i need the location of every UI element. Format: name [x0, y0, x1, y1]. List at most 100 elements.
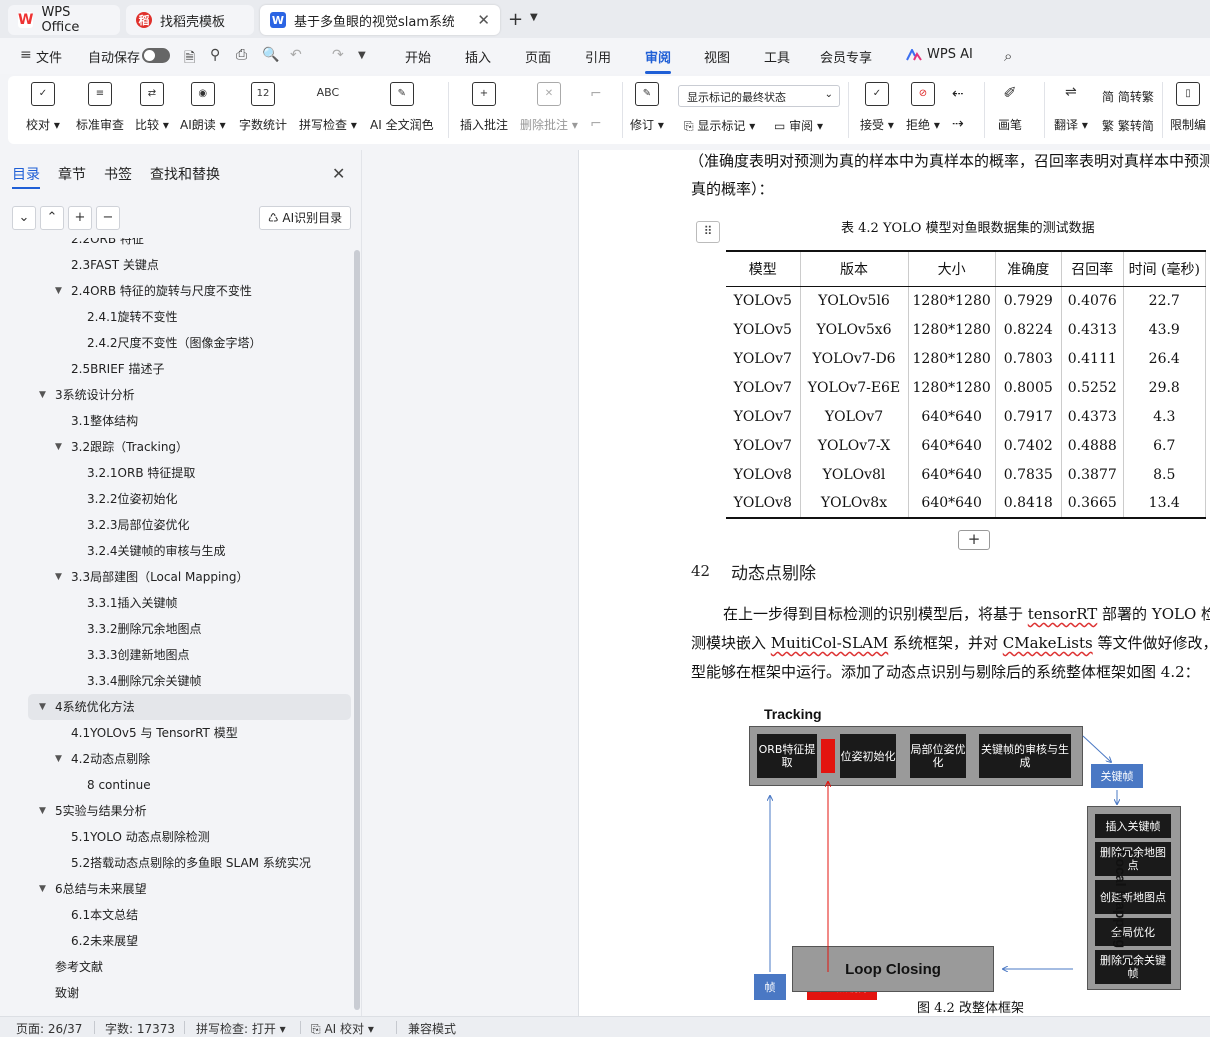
tab-toc[interactable]: 目录	[12, 164, 40, 189]
expand-arrow-icon[interactable]: ▼	[39, 694, 46, 720]
table-cell[interactable]: YOLOv7	[726, 431, 801, 460]
table-cell[interactable]: 640*640	[908, 460, 996, 489]
tab-bookmarks[interactable]: 书签	[104, 164, 132, 184]
table-cell[interactable]: YOLOv5l6	[800, 286, 909, 315]
table-cell[interactable]: 0.7835	[995, 460, 1062, 489]
table-cell[interactable]: YOLOv8l	[800, 460, 909, 489]
remove-heading-icon[interactable]: −	[96, 206, 120, 230]
toc-item[interactable]: 3.3.3创建新地图点	[28, 642, 351, 668]
table-cell[interactable]: YOLOv8x	[800, 489, 909, 518]
table-cell[interactable]: 0.4313	[1061, 315, 1124, 344]
proofread-button[interactable]: ✓ 校对 ▾	[26, 82, 60, 133]
tab-chapters[interactable]: 章节	[58, 164, 86, 184]
toc-item[interactable]: ▼ 3.3局部建图（Local Mapping）	[28, 564, 351, 590]
compare-button[interactable]: ⇄ 比较 ▾	[135, 82, 169, 133]
table-cell[interactable]: 0.4888	[1061, 431, 1124, 460]
chevron-down-icon[interactable]: ▼	[530, 12, 538, 23]
reject-button[interactable]: ⊘ 拒绝 ▾	[906, 82, 940, 133]
table-cell[interactable]: 0.3877	[1061, 460, 1124, 489]
toc-item[interactable]: 2.4.2尺度不变性（图像金字塔）	[28, 330, 351, 356]
table-cell[interactable]: 0.7929	[995, 286, 1062, 315]
table-cell[interactable]: 640*640	[908, 402, 996, 431]
table-cell[interactable]: 22.7	[1123, 286, 1206, 315]
table-cell[interactable]: YOLOv7	[800, 402, 909, 431]
new-tab-icon[interactable]: +	[508, 9, 523, 30]
toc-item[interactable]: 致谢	[28, 980, 351, 1006]
table-cell[interactable]: YOLOv7	[726, 402, 801, 431]
toc-item[interactable]: ▼ 3系统设计分析	[28, 382, 351, 408]
expand-arrow-icon[interactable]: ▼	[39, 876, 46, 902]
next-change-icon[interactable]: ⇢	[952, 116, 964, 132]
toc-item[interactable]: ▼ 3.2跟踪（Tracking）	[28, 434, 351, 460]
toc-item[interactable]: 2.3FAST 关键点	[28, 252, 351, 278]
print-preview-icon[interactable]: 🔍	[262, 47, 279, 63]
nav-scrollbar[interactable]	[354, 250, 360, 1010]
table-cell[interactable]: 0.8418	[995, 489, 1062, 518]
tab-daoke-template[interactable]: 稻 找稻壳模板	[126, 5, 254, 35]
review-pane-button[interactable]: ▭ 审阅 ▾	[774, 117, 823, 134]
toc-item[interactable]: 3.3.4删除冗余关键帧	[28, 668, 351, 694]
save-icon[interactable]: 🗎	[184, 47, 195, 71]
table-cell[interactable]: 0.4373	[1061, 402, 1124, 431]
toc-item[interactable]: 2.5BRIEF 描述子	[28, 356, 351, 382]
toc-item[interactable]: 3.3.1插入关键帧	[28, 590, 351, 616]
toc-item[interactable]: ▼ 4.2动态点剔除	[28, 746, 351, 772]
add-row-button[interactable]: +	[958, 530, 990, 550]
table-cell[interactable]: 0.8224	[995, 315, 1062, 344]
ai-read-button[interactable]: ◉ AI朗读 ▾	[180, 82, 226, 133]
ai-polish-button[interactable]: ✎ AI 全文润色	[370, 82, 434, 133]
table-cell[interactable]: 0.7803	[995, 344, 1062, 373]
table-cell[interactable]: YOLOv7-E6E	[800, 373, 909, 402]
to-traditional-button[interactable]: 简 简转繁	[1102, 88, 1154, 105]
insert-comment-button[interactable]: + 插入批注	[460, 82, 508, 133]
word-count-status[interactable]: 字数: 17373	[105, 1020, 175, 1037]
expand-down-icon[interactable]: ⌄	[12, 206, 36, 230]
expand-arrow-icon[interactable]: ▼	[39, 798, 46, 824]
hamburger-icon[interactable]: ≡	[20, 47, 32, 63]
to-simplified-button[interactable]: 繁 繁转简	[1102, 117, 1154, 134]
restrict-edit-button[interactable]: ▯ 限制编	[1170, 82, 1206, 133]
expand-arrow-icon[interactable]: ▼	[55, 746, 62, 772]
next-comment-icon[interactable]: ⌐	[590, 116, 602, 132]
toc-item[interactable]: 6.1本文总结	[28, 902, 351, 928]
translate-button[interactable]: ⇌ 翻译 ▾	[1054, 82, 1088, 133]
markup-state-select[interactable]: 显示标记的最终状态 ⌄	[678, 85, 840, 107]
table-cell[interactable]: 29.8	[1123, 373, 1206, 402]
table-cell[interactable]: 43.9	[1123, 315, 1206, 344]
table-cell[interactable]: 0.4111	[1061, 344, 1124, 373]
tab-find-replace[interactable]: 查找和替换	[150, 164, 220, 184]
table-cell[interactable]: 1280*1280	[908, 373, 996, 402]
menu-view[interactable]: 视图	[704, 47, 730, 66]
table-cell[interactable]: 8.5	[1123, 460, 1206, 489]
table-cell[interactable]: YOLOv7-X	[800, 431, 909, 460]
spell-check-status[interactable]: 拼写检查: 打开 ▾	[196, 1020, 286, 1037]
toc-item[interactable]: 3.3.2删除冗余地图点	[28, 616, 351, 642]
close-icon[interactable]: ✕	[477, 11, 490, 29]
table-cell[interactable]: 4.3	[1123, 402, 1206, 431]
close-icon[interactable]: ✕	[332, 164, 345, 183]
toc-item[interactable]: 3.1整体结构	[28, 408, 351, 434]
menu-tools[interactable]: 工具	[764, 47, 790, 66]
autosave-toggle[interactable]	[142, 48, 170, 63]
table-cell[interactable]: 0.5252	[1061, 373, 1124, 402]
spell-check-button[interactable]: ABC 拼写检查 ▾	[299, 82, 357, 133]
table-cell[interactable]: 1280*1280	[908, 286, 996, 315]
share-icon[interactable]: ⚲	[210, 47, 220, 63]
collapse-up-icon[interactable]: ⌃	[40, 206, 64, 230]
table-cell[interactable]: YOLOv8	[726, 489, 801, 518]
table-cell[interactable]: 6.7	[1123, 431, 1206, 460]
toc-item[interactable]: ▼ 5实验与结果分析	[28, 798, 351, 824]
table-cell[interactable]: 1280*1280	[908, 315, 996, 344]
standard-review-button[interactable]: ≡ 标准审查	[76, 82, 124, 133]
table-cell[interactable]: YOLOv8	[726, 460, 801, 489]
toc-item[interactable]: 4.1YOLOv5 与 TensorRT 模型	[28, 720, 351, 746]
ai-proofread-status[interactable]: ⎘ AI 校对 ▾	[311, 1020, 374, 1037]
table-cell[interactable]: 0.3665	[1061, 489, 1124, 518]
print-icon[interactable]: ⎙	[236, 47, 247, 63]
delete-comment-button[interactable]: ✕ 删除批注 ▾	[520, 82, 578, 133]
accept-button[interactable]: ✓ 接受 ▾	[860, 82, 894, 133]
menu-page[interactable]: 页面	[525, 47, 551, 66]
redo-icon[interactable]: ↷	[332, 47, 344, 63]
table-cell[interactable]: 1280*1280	[908, 344, 996, 373]
expand-arrow-icon[interactable]: ▼	[55, 564, 62, 590]
